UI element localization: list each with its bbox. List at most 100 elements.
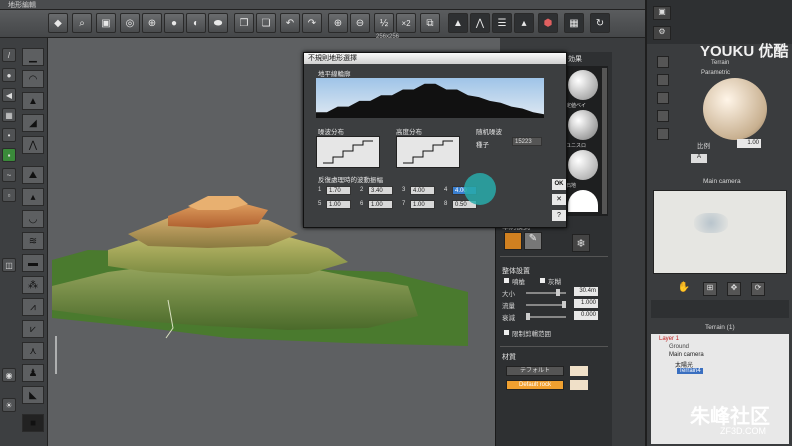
tab-icon-1[interactable]: ▣ bbox=[653, 6, 671, 20]
erosion-icon[interactable]: ⬢ bbox=[538, 13, 558, 33]
side-icon-5[interactable] bbox=[657, 128, 669, 140]
paste-icon[interactable]: ❏ bbox=[256, 13, 276, 33]
flow-value[interactable]: 1.000 bbox=[574, 299, 598, 308]
ratio-value[interactable]: 1.00 bbox=[737, 139, 761, 148]
brush-paint-icon[interactable]: ✎ bbox=[524, 232, 542, 250]
disc-icon[interactable]: ⬬ bbox=[208, 13, 228, 33]
move-icon[interactable]: ✥ bbox=[727, 282, 741, 296]
tree-item-camera[interactable]: Main camera bbox=[669, 352, 704, 358]
orb-icon[interactable]: ◉ bbox=[2, 368, 16, 382]
height-dist-graph[interactable] bbox=[396, 136, 460, 168]
terrace-icon[interactable]: ☰ bbox=[492, 13, 512, 33]
seed-field[interactable]: 15223 bbox=[512, 137, 542, 146]
tab-icon-2[interactable]: ⚙ bbox=[653, 26, 671, 40]
effect-thumb-4[interactable] bbox=[568, 190, 598, 212]
help-button[interactable]: ? bbox=[552, 210, 566, 221]
circle-icon[interactable]: ● bbox=[2, 68, 16, 82]
amp-field-1[interactable]: 1.70 bbox=[326, 186, 351, 195]
effect-thumb-3[interactable] bbox=[568, 150, 598, 180]
dot-icon[interactable]: • bbox=[2, 128, 16, 142]
limit-checkbox[interactable] bbox=[504, 330, 509, 335]
hand-icon[interactable]: ✋ bbox=[677, 282, 691, 296]
brush-canyon-icon[interactable]: ⩗ bbox=[22, 320, 44, 338]
effects-scrollbar[interactable] bbox=[602, 68, 607, 214]
brush-cliff-icon[interactable]: ◣ bbox=[22, 386, 44, 404]
figure-icon[interactable]: ♟ bbox=[22, 364, 44, 382]
effect-thumb-1[interactable] bbox=[568, 70, 598, 100]
shaded-sphere-icon[interactable]: ◐ bbox=[186, 13, 206, 33]
square-view-icon[interactable]: ▣ bbox=[96, 13, 116, 33]
fade-value[interactable]: 0.000 bbox=[574, 311, 598, 320]
effects-tab[interactable]: 効果 bbox=[568, 54, 582, 64]
horizon-profile[interactable] bbox=[316, 78, 544, 118]
brush-spike-icon[interactable]: ⋀ bbox=[22, 136, 44, 154]
zoom-in-icon[interactable]: ⊕ bbox=[328, 13, 348, 33]
crop-icon[interactable]: ⧉ bbox=[420, 13, 440, 33]
magnify-icon[interactable]: ⌕ bbox=[72, 13, 92, 33]
arrow-icon[interactable]: ◀ bbox=[2, 88, 16, 102]
mountain-icon[interactable]: ▲ bbox=[448, 13, 468, 33]
brush-peak-icon[interactable]: ▲ bbox=[22, 92, 44, 110]
sun-icon[interactable]: ☀ bbox=[2, 398, 16, 412]
rock-material-button[interactable]: Default rock bbox=[506, 380, 564, 390]
side-icon-1[interactable] bbox=[657, 56, 669, 68]
snowflake-icon[interactable]: ❄ bbox=[572, 234, 590, 252]
amp-field-6[interactable]: 1.00 bbox=[368, 200, 393, 209]
brush-dune-icon[interactable]: ≋ bbox=[22, 232, 44, 250]
sphere-grid-icon[interactable]: ◎ bbox=[120, 13, 140, 33]
zoom-half-button[interactable]: ½ bbox=[374, 13, 394, 33]
material-preview-sphere[interactable] bbox=[703, 78, 767, 140]
flow-slider[interactable] bbox=[526, 301, 566, 308]
amp-field-2[interactable]: 3.40 bbox=[368, 186, 393, 195]
wave-dist-graph[interactable] bbox=[316, 136, 380, 168]
brush-range-icon[interactable]: ⋏ bbox=[22, 342, 44, 360]
brush-rocks-icon[interactable]: ⁂ bbox=[22, 276, 44, 294]
side-icon-4[interactable] bbox=[657, 110, 669, 122]
amp-field-7[interactable]: 1.00 bbox=[410, 200, 435, 209]
brush-slope-icon[interactable]: ◢ bbox=[22, 114, 44, 132]
brush-raise-icon[interactable]: ◠ bbox=[22, 70, 44, 88]
ok-button[interactable]: OK bbox=[552, 179, 566, 190]
pencil-icon[interactable]: / bbox=[2, 48, 16, 62]
peak-icon[interactable]: ▴ bbox=[514, 13, 534, 33]
side-icon-2[interactable] bbox=[657, 74, 669, 86]
brush-hill-icon[interactable]: ▴ bbox=[22, 188, 44, 206]
brush-crater-icon[interactable]: ◡ bbox=[22, 210, 44, 228]
brush-mountain-icon[interactable]: ⛰ bbox=[22, 166, 44, 184]
close-button[interactable]: ✕ bbox=[552, 194, 566, 205]
orbit-icon[interactable]: ⟳ bbox=[751, 282, 765, 296]
undo-icon[interactable]: ↶ bbox=[280, 13, 300, 33]
brush-dark-icon[interactable]: ■ bbox=[22, 414, 44, 432]
tree-item-terrain[interactable]: Terrain4 bbox=[677, 368, 703, 374]
grid-icon[interactable]: ▦ bbox=[564, 13, 584, 33]
effect-thumb-2[interactable] bbox=[568, 110, 598, 140]
default-material-button[interactable]: テフォルト bbox=[506, 366, 564, 376]
gray-radio[interactable] bbox=[540, 278, 545, 283]
side-icon-3[interactable] bbox=[657, 92, 669, 104]
grid-small-icon[interactable]: ▦ bbox=[2, 108, 16, 122]
fit-icon[interactable]: ⊞ bbox=[703, 282, 717, 296]
cube-icon[interactable]: ◫ bbox=[2, 258, 16, 272]
zoom-out-icon[interactable]: ⊖ bbox=[350, 13, 370, 33]
camera-preview[interactable] bbox=[653, 190, 787, 274]
tree-item-ground[interactable]: Ground bbox=[669, 344, 689, 350]
smooth-radio[interactable] bbox=[504, 278, 509, 283]
amp-field-5[interactable]: 1.00 bbox=[326, 200, 351, 209]
square-small-icon[interactable]: ▫ bbox=[2, 188, 16, 202]
brush-stamp-icon[interactable] bbox=[504, 232, 522, 250]
green-icon[interactable]: ▪ bbox=[2, 148, 16, 162]
amp-field-3[interactable]: 4.00 bbox=[410, 186, 435, 195]
globe-icon[interactable]: ⊕ bbox=[142, 13, 162, 33]
wave-icon[interactable]: ~ bbox=[2, 168, 16, 182]
default-material-swatch[interactable] bbox=[570, 366, 588, 376]
rotate-icon[interactable]: ↻ bbox=[590, 13, 610, 33]
brush-flat-icon[interactable]: ▁ bbox=[22, 48, 44, 66]
size-value[interactable]: 30.4m bbox=[574, 287, 598, 296]
terrain-view-icon[interactable]: ◆ bbox=[48, 13, 68, 33]
copy-icon[interactable]: ❐ bbox=[234, 13, 254, 33]
sphere-icon[interactable]: ● bbox=[164, 13, 184, 33]
redo-icon[interactable]: ↷ bbox=[302, 13, 322, 33]
brush-mesa-icon[interactable]: ▬ bbox=[22, 254, 44, 272]
rock-material-swatch[interactable] bbox=[570, 380, 588, 390]
mode-select[interactable]: A bbox=[691, 154, 707, 163]
